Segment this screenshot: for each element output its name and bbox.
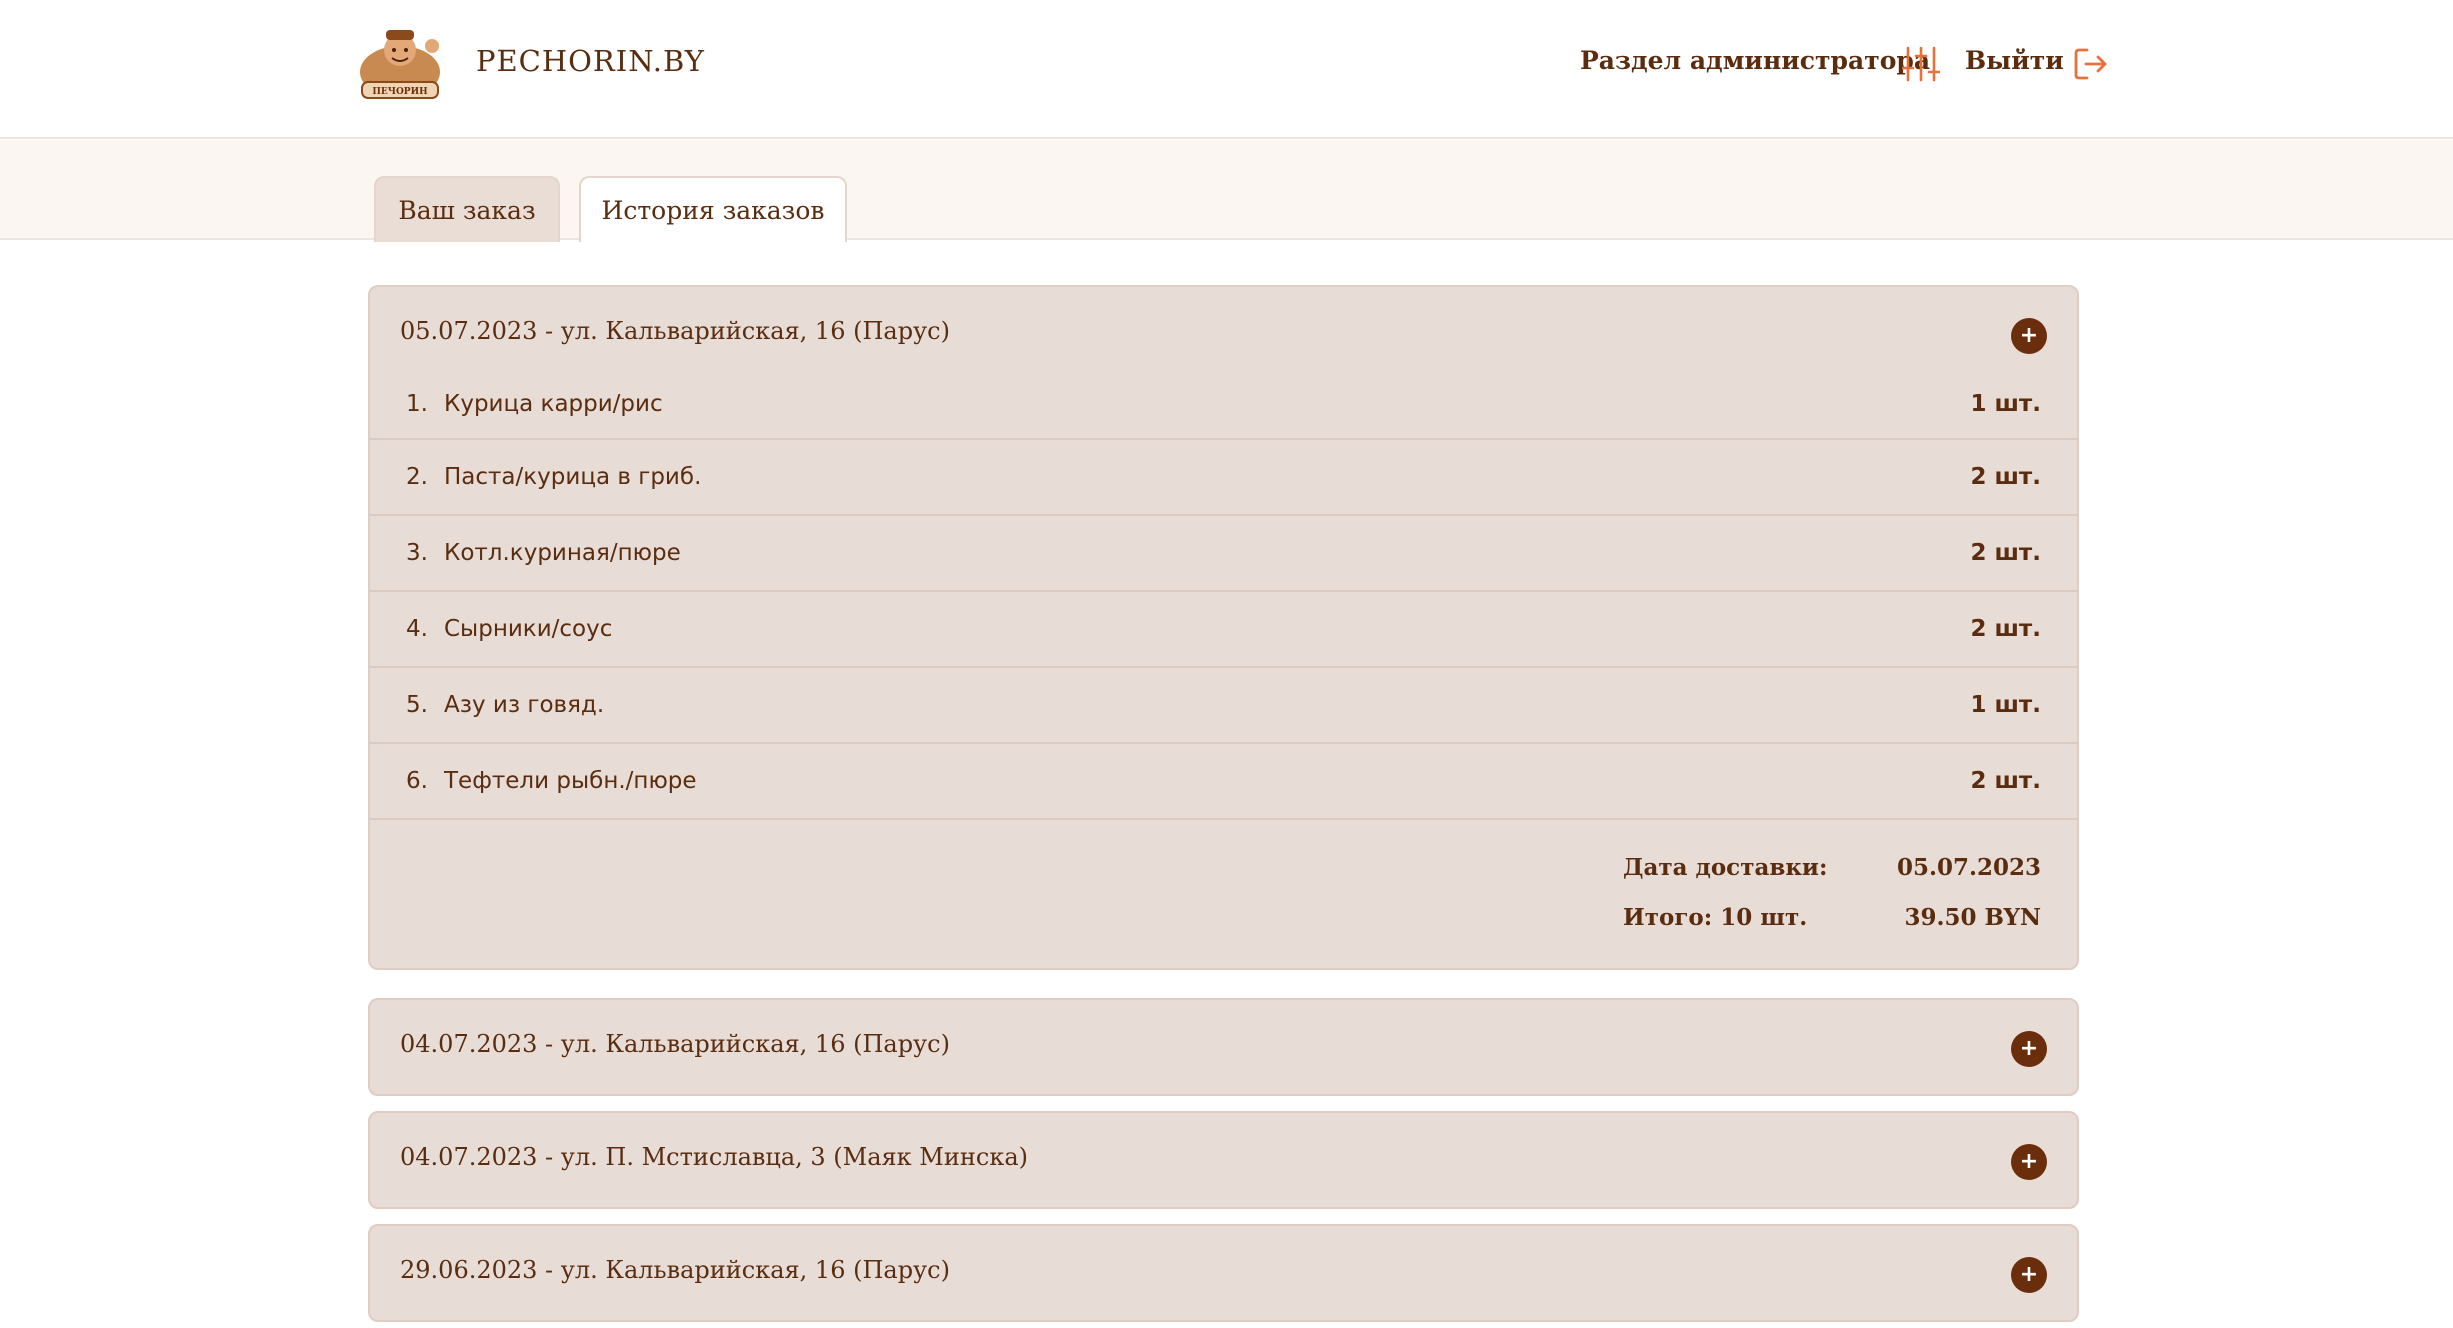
order-card: 29.06.2023 - ул. Кальварийская, 16 (Пару…: [368, 1224, 2079, 1322]
tab-your-order[interactable]: Ваш заказ: [374, 176, 560, 242]
logout-icon[interactable]: [2073, 46, 2109, 82]
plus-icon[interactable]: +: [2011, 1257, 2047, 1293]
plus-icon[interactable]: +: [2011, 1144, 2047, 1180]
item-number: 5.: [406, 692, 428, 718]
item-name: Тефтели рыбн./пюре: [444, 768, 697, 794]
item-name: Котл.куриная/пюре: [444, 540, 681, 566]
brand-name[interactable]: PECHORIN.BY: [476, 44, 705, 78]
item-quantity: 2 шт.: [1970, 464, 2041, 490]
item-quantity: 1 шт.: [1970, 391, 2041, 417]
item-name: Азу из говяд.: [444, 692, 605, 718]
logo-icon[interactable]: ПЕЧОРИН: [356, 24, 444, 102]
item-quantity: 1 шт.: [1970, 692, 2041, 718]
order-item: 3. Котл.куриная/пюре 2 шт.: [370, 516, 2077, 592]
order-item: 2. Паста/курица в гриб. 2 шт.: [370, 440, 2077, 516]
total-label: Итого: 10 шт.: [1623, 904, 1808, 931]
item-name: Паста/курица в гриб.: [444, 464, 702, 490]
item-name: Курица карри/рис: [444, 391, 663, 417]
order-card: 04.07.2023 - ул. Кальварийская, 16 (Пару…: [368, 998, 2079, 1096]
order-summary: Дата доставки: 05.07.2023 Итого: 10 шт. …: [370, 820, 2077, 968]
item-number: 1.: [406, 391, 428, 417]
top-header: ПЕЧОРИН PECHORIN.BY Раздел администратор…: [0, 0, 2453, 139]
logout-link[interactable]: Выйти: [1965, 46, 2064, 75]
delivery-date-label: Дата доставки:: [1623, 854, 1828, 881]
item-number: 4.: [406, 616, 428, 642]
total-value: 39.50 BYN: [1904, 904, 2041, 931]
order-header[interactable]: 05.07.2023 - ул. Кальварийская, 16 (Пару…: [370, 287, 2077, 383]
order-header[interactable]: 04.07.2023 - ул. П. Мстиславца, 3 (Маяк …: [370, 1113, 2077, 1209]
tab-bar: Ваш заказ История заказов: [0, 140, 2453, 242]
sliders-icon[interactable]: [1901, 44, 1941, 84]
plus-icon[interactable]: +: [2011, 1031, 2047, 1067]
item-quantity: 2 шт.: [1970, 540, 2041, 566]
item-number: 6.: [406, 768, 428, 794]
item-name: Сырники/соус: [444, 616, 613, 642]
order-header[interactable]: 29.06.2023 - ул. Кальварийская, 16 (Пару…: [370, 1226, 2077, 1322]
order-card: 05.07.2023 - ул. Кальварийская, 16 (Пару…: [368, 285, 2079, 970]
order-title: 05.07.2023 - ул. Кальварийская, 16 (Пару…: [400, 317, 950, 345]
order-item: 6. Тефтели рыбн./пюре 2 шт.: [370, 744, 2077, 820]
item-quantity: 2 шт.: [1970, 616, 2041, 642]
order-item: 5. Азу из говяд. 1 шт.: [370, 668, 2077, 744]
tab-order-history[interactable]: История заказов: [579, 176, 847, 242]
order-title: 04.07.2023 - ул. П. Мстиславца, 3 (Маяк …: [400, 1143, 1028, 1171]
order-card: 04.07.2023 - ул. П. Мстиславца, 3 (Маяк …: [368, 1111, 2079, 1209]
item-number: 3.: [406, 540, 428, 566]
item-number: 2.: [406, 464, 428, 490]
order-title: 04.07.2023 - ул. Кальварийская, 16 (Пару…: [400, 1030, 950, 1058]
order-item: 4. Сырники/соус 2 шт.: [370, 592, 2077, 668]
svg-text:ПЕЧОРИН: ПЕЧОРИН: [372, 87, 428, 97]
order-header[interactable]: 04.07.2023 - ул. Кальварийская, 16 (Пару…: [370, 1000, 2077, 1096]
delivery-date-value: 05.07.2023: [1896, 854, 2041, 881]
admin-section-link[interactable]: Раздел администратора: [1580, 46, 1930, 75]
plus-icon[interactable]: +: [2011, 318, 2047, 354]
item-quantity: 2 шт.: [1970, 768, 2041, 794]
order-title: 29.06.2023 - ул. Кальварийская, 16 (Пару…: [400, 1256, 950, 1284]
order-item: 1. Курица карри/рис 1 шт.: [370, 383, 2077, 440]
